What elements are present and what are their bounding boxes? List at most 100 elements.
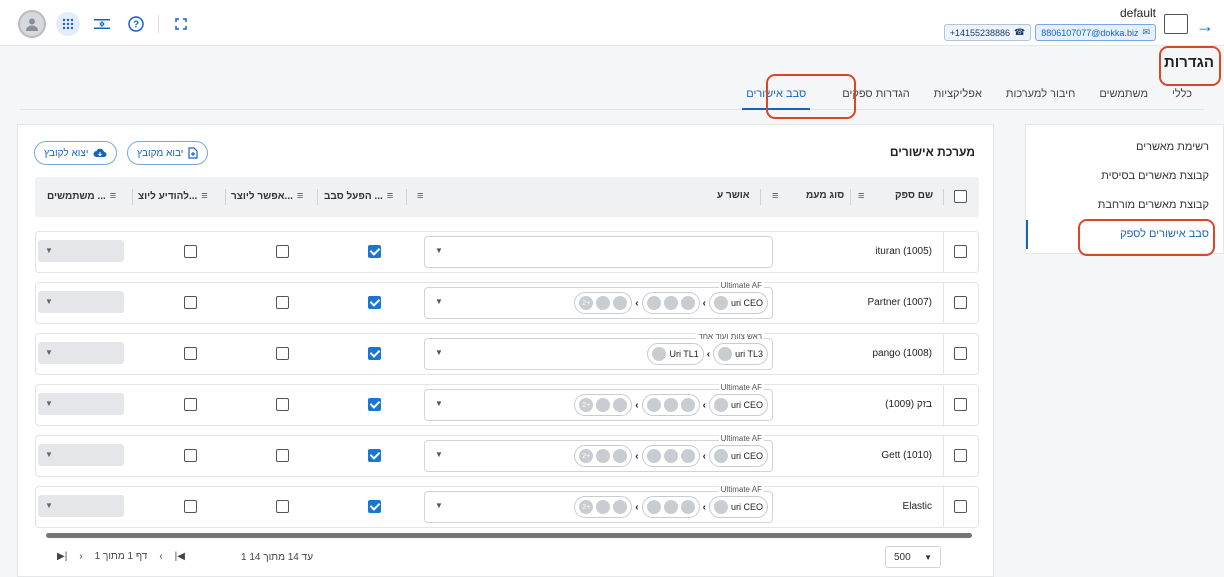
avatar [680, 449, 695, 463]
approver-filter-icon[interactable]: ≡ [417, 190, 423, 202]
allow-creator-checkbox[interactable] [276, 296, 289, 309]
approver-select[interactable]: ▼ Ultimate AF 2+ ‹ ‹ uri CEO [424, 383, 773, 421]
table-row[interactable]: Elastic ▼ Ultimate AF 2+ ‹ ‹ uri CEO ▼ [35, 485, 979, 528]
enable-flow-checkbox[interactable] [368, 398, 381, 411]
approver-group-node[interactable]: 2+ [574, 496, 633, 518]
table-row[interactable]: בזק (1009) ▼ Ultimate AF 2+ ‹ ‹ uri CEO ▼ [35, 383, 979, 426]
approver-group-node[interactable]: 2+ [574, 445, 633, 467]
select-all-checkbox[interactable] [954, 190, 967, 203]
tab-users[interactable]: משתמשים [1087, 82, 1160, 109]
approver-select[interactable]: ▼ Ultimate AF 2+ ‹ ‹ uri CEO [424, 434, 773, 472]
users-select[interactable]: ▼ [38, 291, 124, 313]
horizontal-scrollbar[interactable] [46, 533, 972, 538]
prev-page-icon[interactable]: ‹ [159, 551, 162, 562]
enable-flow-checkbox[interactable] [368, 296, 381, 309]
allow-creator-checkbox[interactable] [276, 347, 289, 360]
allow-creator-checkbox[interactable] [276, 245, 289, 258]
row-checkbox[interactable] [954, 296, 967, 309]
table-row[interactable]: Gett (1010) ▼ Ultimate AF 2+ ‹ ‹ uri CEO … [35, 434, 979, 477]
tab-integrations[interactable]: חיבור למערכות [994, 82, 1088, 109]
language-flag-icon[interactable] [90, 12, 114, 36]
users-select[interactable]: ▼ [38, 342, 124, 364]
fullscreen-icon[interactable] [169, 12, 193, 36]
row-checkbox[interactable] [954, 245, 967, 258]
vat-filter-icon[interactable]: ≡ [772, 190, 778, 202]
enable-flow-checkbox[interactable] [368, 500, 381, 513]
approver-node[interactable]: uri CEO [708, 292, 768, 314]
avatar [713, 500, 728, 514]
enable-flow-checkbox[interactable] [368, 245, 381, 258]
dropdown-caret-icon: ▼ [924, 552, 932, 562]
approver-select[interactable]: ▼ [424, 236, 773, 268]
notify-creator-checkbox[interactable] [184, 347, 197, 360]
approver-select[interactable]: ▼ ראש צוות ועוד אחד Uri TL1 ‹ uri TL3 [424, 332, 773, 370]
enable-flow-checkbox[interactable] [368, 347, 381, 360]
notify-creator-checkbox[interactable] [184, 296, 197, 309]
row-checkbox[interactable] [954, 449, 967, 462]
next-page-icon[interactable]: › [79, 551, 82, 562]
column-vat-type-label: סוג מעמ [806, 190, 845, 201]
notify-creator-checkbox[interactable] [184, 500, 197, 513]
email-chip[interactable]: 8806107077@dokka.biz ✉ [1035, 24, 1156, 41]
approver-node[interactable]: uri CEO [708, 496, 768, 518]
approver-group-node[interactable] [641, 394, 700, 416]
column-users[interactable]: משתמשים ... ≡ [47, 190, 116, 202]
approver-group-node[interactable]: 2+ [574, 292, 633, 314]
approver-group-node[interactable]: 2+ [574, 394, 633, 416]
users-select[interactable]: ▼ [38, 240, 124, 262]
allow-creator-checkbox[interactable] [276, 449, 289, 462]
sidebar-item-approvers-list[interactable]: רשימת מאשרים [1026, 133, 1223, 162]
column-enable-flow[interactable]: הפעל סבב ... ≡ [324, 190, 393, 202]
import-button[interactable]: יבוא מקובץ [127, 141, 209, 165]
column-vat-type[interactable]: סוג מעמ [806, 190, 844, 201]
approver-group-node[interactable] [641, 445, 700, 467]
table-row[interactable]: ituran (1005) ▼ ▼ [35, 231, 979, 273]
user-avatar[interactable] [18, 10, 46, 38]
mail-icon: ✉ [1142, 27, 1150, 37]
tab-apps[interactable]: אפליקציות [922, 82, 994, 109]
row-checkbox[interactable] [954, 398, 967, 411]
approver-select[interactable]: ▼ Ultimate AF 2+ ‹ ‹ uri CEO [424, 281, 773, 319]
row-checkbox[interactable] [954, 347, 967, 360]
approver-group-node[interactable] [641, 292, 700, 314]
table-row[interactable]: pango (1008) ▼ ראש צוות ועוד אחד Uri TL1… [35, 332, 979, 375]
phone-chip[interactable]: +14155238886 ☎ [943, 24, 1032, 41]
dropdown-caret-icon: ▼ [45, 348, 53, 357]
column-notify-creator[interactable]: להודיע ליוצ... ≡ [138, 190, 208, 202]
notify-creator-checkbox[interactable] [184, 245, 197, 258]
first-page-icon[interactable]: |◀ [175, 551, 185, 562]
users-select[interactable]: ▼ [38, 393, 124, 415]
allow-creator-checkbox[interactable] [276, 500, 289, 513]
table-row[interactable]: Partner (1007) ▼ Ultimate AF 2+ ‹ ‹ uri C… [35, 281, 979, 324]
apps-grid-icon[interactable] [56, 12, 80, 36]
approver-node[interactable]: uri CEO [708, 445, 768, 467]
row-divider [943, 385, 944, 425]
notify-creator-checkbox[interactable] [184, 449, 197, 462]
notify-creator-checkbox[interactable] [184, 398, 197, 411]
avatar [663, 500, 678, 514]
export-button[interactable]: יצוא לקובץ [34, 141, 118, 165]
page-size-select[interactable]: 500 ▼ [885, 546, 941, 568]
column-vendor-name[interactable]: שם ספק [895, 190, 933, 201]
approver-node[interactable]: uri TL3 [713, 343, 768, 365]
last-page-icon[interactable]: ▶| [57, 551, 67, 562]
company-folder-icon[interactable] [1164, 14, 1188, 34]
row-checkbox[interactable] [954, 500, 967, 513]
sidebar-item-extended-group[interactable]: קבוצת מאשרים מורחבת [1026, 191, 1223, 220]
logout-arrow-icon[interactable]: → [1196, 16, 1214, 37]
help-icon[interactable]: ? [124, 12, 148, 36]
approver-select[interactable]: ▼ Ultimate AF 2+ ‹ ‹ uri CEO [424, 485, 773, 523]
column-allow-creator[interactable]: אפשר ליוצר... ≡ [231, 190, 303, 202]
users-select[interactable]: ▼ [38, 495, 124, 517]
allow-creator-checkbox[interactable] [276, 398, 289, 411]
approver-node[interactable]: uri CEO [708, 394, 768, 416]
title-highlight [1159, 46, 1221, 86]
column-approver[interactable]: אושר ע [717, 190, 750, 201]
approver-node[interactable]: Uri TL1 [647, 343, 704, 365]
enable-flow-checkbox[interactable] [368, 449, 381, 462]
sidebar-item-basic-group[interactable]: קבוצת מאשרים בסיסית [1026, 162, 1223, 191]
users-select[interactable]: ▼ [38, 444, 124, 466]
vendor-filter-icon[interactable]: ≡ [858, 190, 864, 202]
tab-general[interactable]: כללי [1160, 82, 1204, 109]
approver-group-node[interactable] [641, 496, 700, 518]
